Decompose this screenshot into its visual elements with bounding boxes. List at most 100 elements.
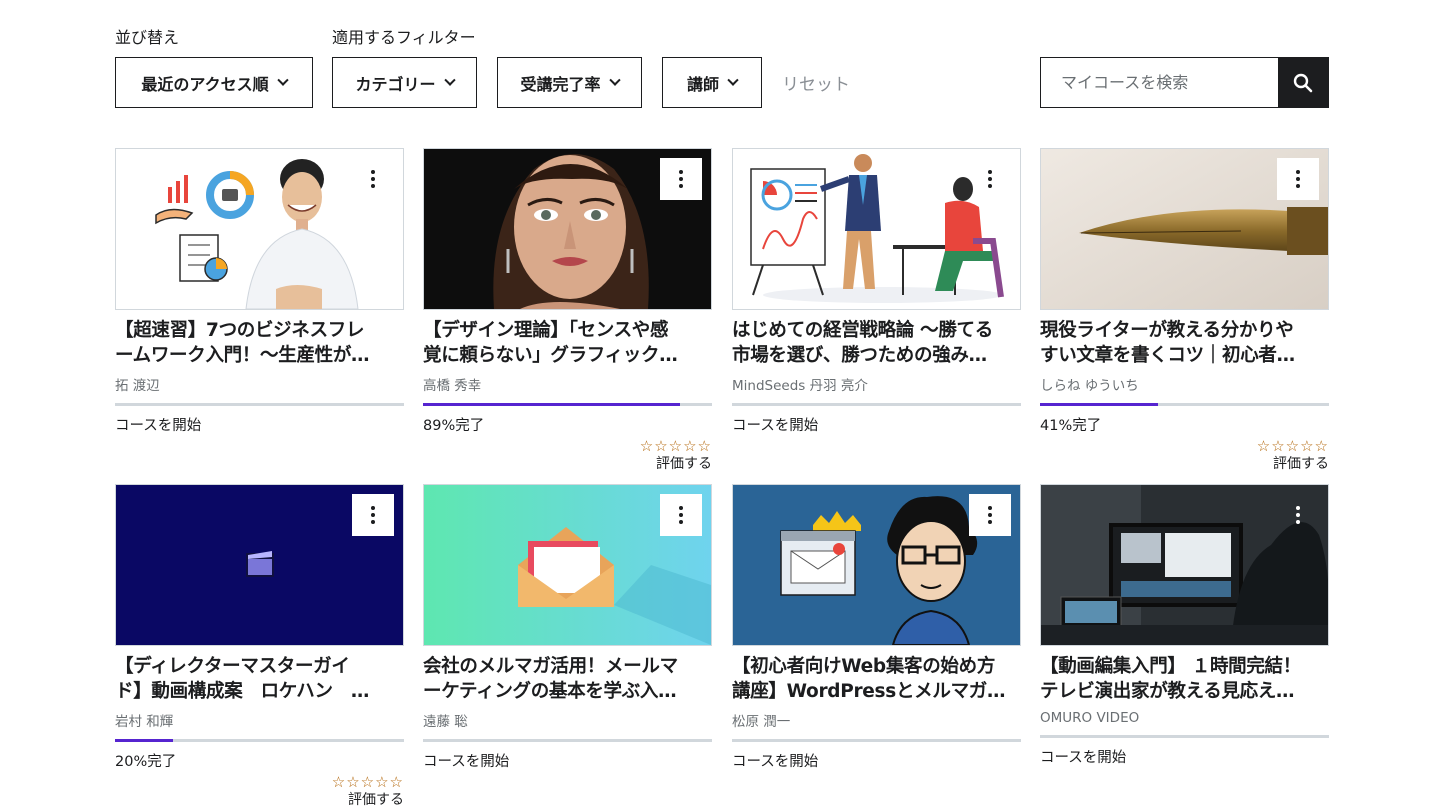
course-thumbnail[interactable] [115,484,404,646]
completion-dropdown[interactable]: 受講完了率 [497,57,642,108]
course-status[interactable]: 20%完了 [115,750,404,771]
dot-icon [679,184,683,188]
progress-bar [732,739,1021,742]
course-status[interactable]: コースを開始 [732,414,1021,435]
course-title-line: 会社のメルマガ活用！メールマ [423,656,678,677]
course-thumbnail[interactable] [115,148,404,310]
course-card[interactable]: 【超速習】7つのビジネスフレ ームワーク入門！～生産性が… 拓 渡辺 コースを開始 [115,148,404,435]
course-title[interactable]: 【デザイン理論】「センスや感 覚に頼らない」グラフィック… [423,318,712,368]
star-rating-icon[interactable]: ☆☆☆☆☆ [332,773,404,791]
course-title-line: ド】動画構成案 ロケハン … [115,681,370,702]
course-instructor: しらね ゆういち [1040,378,1139,394]
course-status[interactable]: コースを開始 [1040,746,1329,767]
progress-bar [423,403,712,406]
course-title-line: 覚に頼らない」グラフィック… [423,345,678,366]
course-status[interactable]: コースを開始 [732,750,1021,771]
reset-button[interactable]: リセット [782,70,850,95]
dot-icon [1296,177,1300,181]
completion-dropdown-label: 受講完了率 [520,74,601,94]
course-instructor: 松原 潤一 [732,714,791,730]
course-title[interactable]: はじめての経営戦略論 ～勝てる 市場を選び、勝つための強み… [732,318,1021,368]
course-thumbnail[interactable] [423,148,712,310]
course-card[interactable]: 【動画編集入門】 １時間完結！ テレビ演出家が教える見応え… OMURO VIDE… [1040,484,1329,767]
course-options-button[interactable] [660,158,702,200]
search-button[interactable] [1278,58,1328,107]
chevron-down-icon [443,74,456,86]
dot-icon [371,177,375,181]
course-card[interactable]: 現役ライターが教える分かりや すい文章を書くコツ｜初心者… しらね ゆういち 41… [1040,148,1329,472]
course-status[interactable]: コースを開始 [115,414,404,435]
course-thumbnail[interactable] [1040,148,1329,310]
course-options-button[interactable] [660,494,702,536]
dot-icon [679,513,683,517]
course-title-line: 現役ライターが教える分かりや [1040,320,1294,341]
course-instructor: 遠藤 聡 [423,714,468,730]
instructor-dropdown[interactable]: 講師 [662,57,762,108]
star-rating-icon[interactable]: ☆☆☆☆☆ [1257,437,1329,455]
course-title[interactable]: 【初心者向けWeb集客の始め方 講座】WordPressとメルマガ… [732,654,1021,704]
course-status[interactable]: 89%完了 [423,414,712,435]
course-options-button[interactable] [1277,158,1319,200]
course-instructor: OMURO VIDEO [1040,710,1140,726]
search-input[interactable] [1041,58,1278,107]
progress-bar [423,739,712,742]
rating-widget[interactable]: ☆☆☆☆☆ 評価する [640,437,712,473]
dot-icon [1296,506,1300,510]
course-card[interactable]: 会社のメルマガ活用！メールマ ーケティングの基本を学ぶ入… 遠藤 聡 コースを開始 [423,484,712,771]
rating-widget[interactable]: ☆☆☆☆☆ 評価する [332,773,404,809]
course-card[interactable]: 【初心者向けWeb集客の始め方 講座】WordPressとメルマガ… 松原 潤一 … [732,484,1021,771]
course-instructor: 岩村 和輝 [115,714,174,730]
course-card[interactable]: 【ディレクターマスターガイ ド】動画構成案 ロケハン … 岩村 和輝 20%完了 … [115,484,404,808]
rate-label: 評価する [1273,456,1329,472]
course-thumbnail[interactable] [1040,484,1329,646]
course-title-line: 【超速習】7つのビジネスフレ [115,320,365,341]
progress-bar [115,403,404,406]
sort-label: 並び替え [115,28,180,47]
course-instructor: MindSeeds 丹羽 亮介 [732,378,868,394]
chevron-down-icon [276,74,289,86]
course-instructor: 拓 渡辺 [115,378,160,394]
chevron-down-icon [608,74,621,86]
course-card[interactable]: はじめての経営戦略論 ～勝てる 市場を選び、勝つための強み… MindSeeds … [732,148,1021,435]
dot-icon [371,513,375,517]
course-title-line: 市場を選び、勝つための強み… [732,345,987,366]
course-status[interactable]: コースを開始 [423,750,712,771]
course-thumbnail[interactable] [732,484,1021,646]
course-card[interactable]: 【デザイン理論】「センスや感 覚に頼らない」グラフィック… 高橋 秀幸 89%完了… [423,148,712,472]
course-title[interactable]: 【ディレクターマスターガイ ド】動画構成案 ロケハン … [115,654,404,704]
course-status[interactable]: 41%完了 [1040,414,1329,435]
course-title[interactable]: 現役ライターが教える分かりや すい文章を書くコツ｜初心者… [1040,318,1329,368]
course-title-line: ーケティングの基本を学ぶ入… [423,681,677,702]
course-options-button[interactable] [969,494,1011,536]
course-options-button[interactable] [1277,494,1319,536]
dot-icon [988,513,992,517]
dot-icon [1296,184,1300,188]
star-rating-icon[interactable]: ☆☆☆☆☆ [640,437,712,455]
dot-icon [988,520,992,524]
sort-dropdown-label: 最近のアクセス順 [141,74,269,94]
progress-bar [1040,403,1329,406]
category-dropdown[interactable]: カテゴリー [332,57,477,108]
course-title[interactable]: 会社のメルマガ活用！メールマ ーケティングの基本を学ぶ入… [423,654,712,704]
course-title-line: 【動画編集入門】 １時間完結！ [1040,656,1301,677]
course-options-button[interactable] [352,158,394,200]
dot-icon [679,177,683,181]
rating-widget[interactable]: ☆☆☆☆☆ 評価する [1257,437,1329,473]
course-title-line: 【初心者向けWeb集客の始め方 [732,656,996,677]
progress-bar [732,403,1021,406]
course-options-button[interactable] [352,494,394,536]
progress-fill [115,739,173,742]
progress-fill [1040,403,1159,406]
dot-icon [1296,520,1300,524]
sort-dropdown[interactable]: 最近のアクセス順 [115,57,313,108]
course-thumbnail[interactable] [423,484,712,646]
rate-label: 評価する [348,792,404,808]
course-thumbnail[interactable] [732,148,1021,310]
progress-fill [423,403,681,406]
course-title[interactable]: 【超速習】7つのビジネスフレ ームワーク入門！～生産性が… [115,318,404,368]
progress-bar [1040,735,1329,738]
course-options-button[interactable] [969,158,1011,200]
dot-icon [679,506,683,510]
course-title[interactable]: 【動画編集入門】 １時間完結！ テレビ演出家が教える見応え… [1040,654,1329,704]
course-title-line: すい文章を書くコツ｜初心者… [1040,345,1295,366]
